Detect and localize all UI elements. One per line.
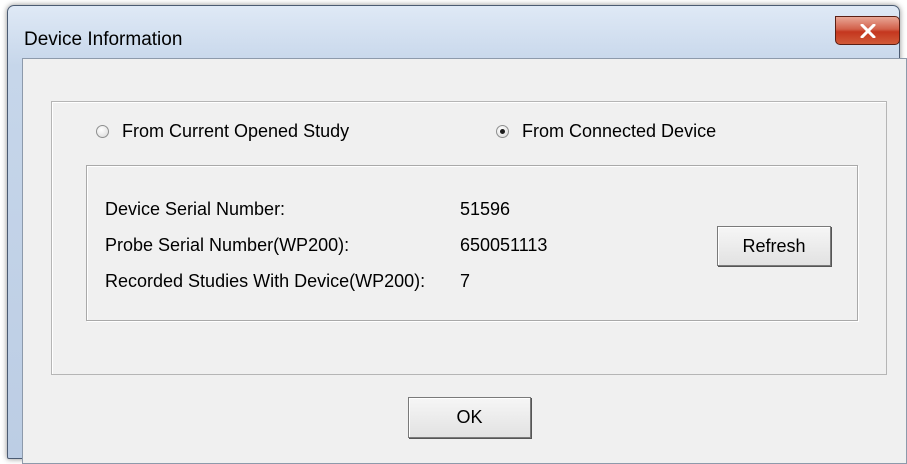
close-icon (860, 23, 875, 38)
refresh-button[interactable]: Refresh (717, 226, 831, 266)
radio-current-opened-study[interactable]: From Current Opened Study (96, 121, 349, 142)
probe-serial-value: 650051113 (460, 235, 548, 255)
device-serial-label: Device Serial Number: (105, 199, 286, 219)
radio-label-current-opened-study: From Current Opened Study (122, 121, 350, 141)
close-button[interactable] (835, 16, 900, 45)
radio-label-connected-device: From Connected Device (522, 121, 717, 141)
recorded-studies-value: 7 (460, 271, 471, 291)
device-information-window: Device Information From Current Opened S… (7, 5, 907, 464)
radio-selected-dot (500, 129, 505, 134)
radio-circle-unselected[interactable] (96, 125, 109, 138)
probe-serial-label: Probe Serial Number(WP200): (105, 235, 350, 255)
device-serial-value: 51596 (460, 199, 511, 219)
ok-button[interactable]: OK (408, 397, 531, 438)
radio-connected-device[interactable]: From Connected Device (496, 121, 716, 142)
radio-circle-selected[interactable] (496, 125, 509, 138)
dialog-body: From Current Opened Study From Connected… (22, 58, 907, 464)
window-title: Device Information (24, 29, 183, 50)
recorded-studies-label: Recorded Studies With Device(WP200): (105, 271, 426, 291)
device-info-panel: Device Serial Number: 51596 Probe Serial… (86, 165, 858, 321)
